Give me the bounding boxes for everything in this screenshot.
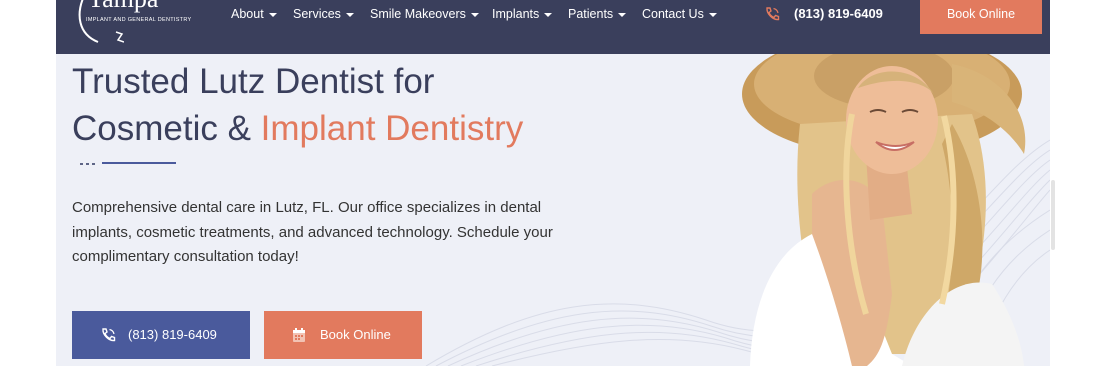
phone-icon [766, 7, 780, 21]
book-online-button-label: Book Online [320, 327, 391, 342]
scrollbar[interactable] [1050, 0, 1056, 366]
nav-item-label: Implants [492, 7, 540, 21]
divider-dot [92, 163, 95, 165]
calendar-icon [293, 328, 305, 342]
page: Tampa IMPLANT AND GENERAL DENTISTRY Abou… [56, 0, 1050, 366]
divider-dot [86, 163, 89, 165]
nav-item-smile-makeovers[interactable]: Smile Makeovers [370, 5, 479, 23]
chevron-down-icon [618, 12, 627, 17]
nav-item-about[interactable]: About [231, 5, 277, 23]
nav-item-contact-us[interactable]: Contact Us [642, 5, 717, 23]
nav-item-label: Smile Makeovers [370, 7, 466, 21]
chevron-down-icon [544, 12, 553, 17]
chevron-down-icon [345, 12, 354, 17]
divider-dot [80, 163, 83, 165]
call-phone-button-label: (813) 819-6409 [128, 327, 217, 342]
phone-icon [102, 328, 116, 342]
chevron-down-icon [708, 12, 717, 17]
chevron-down-icon [470, 12, 479, 17]
logo-wordmark: Tampa [88, 0, 158, 14]
title-divider [80, 162, 176, 166]
divider-line [102, 162, 176, 164]
nav-item-implants[interactable]: Implants [492, 5, 553, 23]
hero-title-accent: Implant Dentistry [260, 109, 524, 148]
nav-phone-number: (813) 819-6409 [794, 6, 883, 21]
hero-title-line1: Trusted Lutz Dentist for [72, 62, 435, 101]
top-navigation-bar: Tampa IMPLANT AND GENERAL DENTISTRY Abou… [56, 0, 1050, 54]
site-logo[interactable]: Tampa IMPLANT AND GENERAL DENTISTRY [64, 0, 204, 46]
hero-title-line2: Cosmetic & [72, 109, 261, 148]
nav-book-online-button[interactable]: Book Online [920, 0, 1042, 34]
chevron-down-icon [268, 12, 277, 17]
nav-item-label: Patients [568, 7, 614, 21]
nav-item-patients[interactable]: Patients [568, 5, 627, 23]
book-online-button[interactable]: Book Online [264, 311, 422, 359]
hero-description: Comprehensive dental care in Lutz, FL. O… [72, 199, 553, 265]
nav-item-label: Services [293, 7, 341, 21]
hero-title: Trusted Lutz Dentist for Cosmetic & Impl… [72, 58, 523, 152]
logo-tagline: IMPLANT AND GENERAL DENTISTRY [86, 17, 192, 23]
nav-item-services[interactable]: Services [293, 5, 354, 23]
scrollbar-thumb[interactable] [1051, 180, 1055, 250]
hero-photo [742, 54, 1026, 366]
nav-item-label: Contact Us [642, 7, 704, 21]
call-phone-button[interactable]: (813) 819-6409 [72, 311, 250, 359]
nav-item-label: About [231, 7, 264, 21]
